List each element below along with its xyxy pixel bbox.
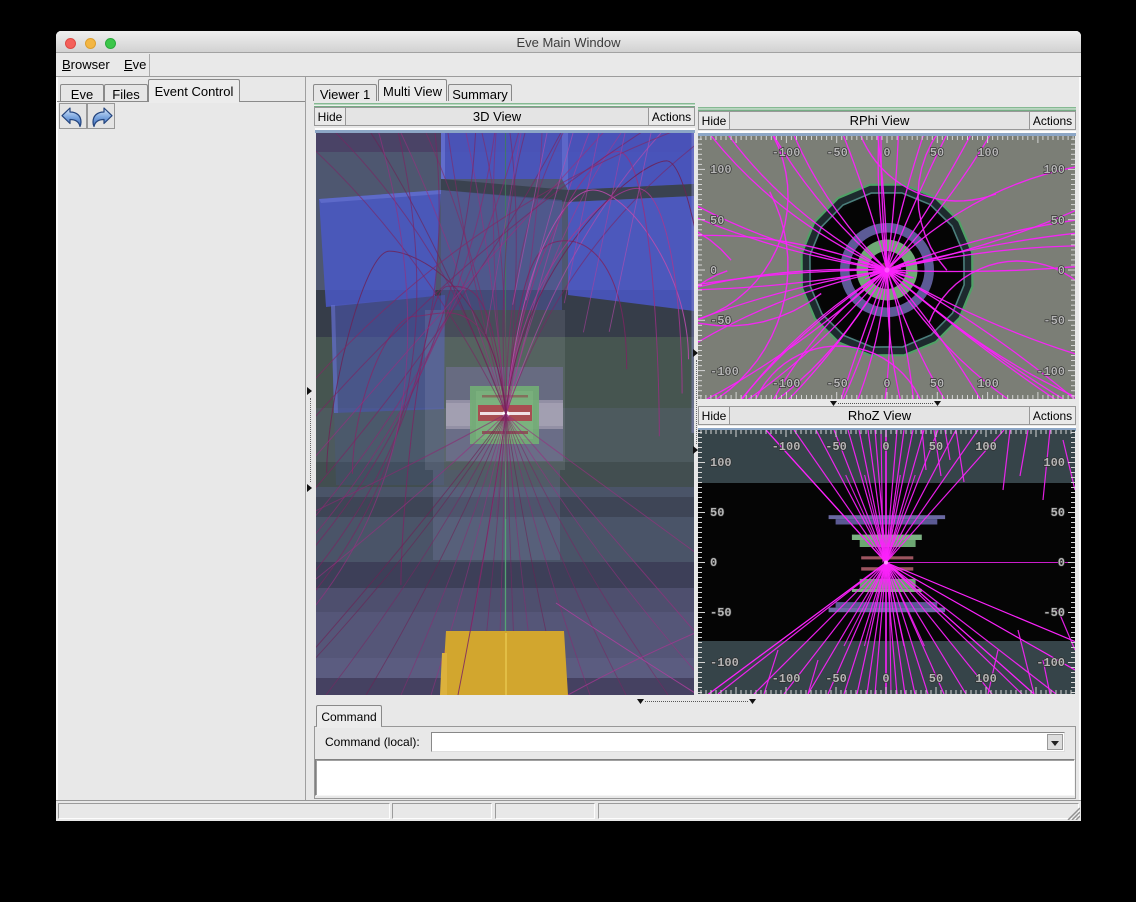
svg-text:-50: -50 xyxy=(826,146,848,160)
svg-text:-100: -100 xyxy=(772,440,801,454)
svg-text:0: 0 xyxy=(882,440,889,454)
svg-text:-100: -100 xyxy=(1036,365,1065,379)
svg-text:50: 50 xyxy=(710,506,724,520)
svg-text:-50: -50 xyxy=(1043,314,1065,328)
svg-text:0: 0 xyxy=(1058,556,1065,570)
svg-text:50: 50 xyxy=(929,672,943,686)
svg-text:50: 50 xyxy=(710,214,724,228)
svg-text:-100: -100 xyxy=(710,656,739,670)
svg-text:-100: -100 xyxy=(772,146,801,160)
svg-text:0: 0 xyxy=(882,672,889,686)
svg-text:100: 100 xyxy=(710,456,732,470)
svg-text:100: 100 xyxy=(975,672,997,686)
svg-text:100: 100 xyxy=(710,163,732,177)
svg-text:100: 100 xyxy=(977,146,999,160)
svg-text:100: 100 xyxy=(1043,456,1065,470)
svg-text:-100: -100 xyxy=(772,672,801,686)
svg-text:-50: -50 xyxy=(826,377,848,391)
svg-text:50: 50 xyxy=(930,377,944,391)
svg-text:-50: -50 xyxy=(1043,606,1065,620)
svg-text:-100: -100 xyxy=(710,365,739,379)
svg-text:-100: -100 xyxy=(772,377,801,391)
svg-text:50: 50 xyxy=(1051,506,1065,520)
svg-text:-50: -50 xyxy=(825,672,847,686)
svg-text:-50: -50 xyxy=(710,606,732,620)
svg-text:100: 100 xyxy=(975,440,997,454)
svg-text:0: 0 xyxy=(883,146,890,160)
svg-text:0: 0 xyxy=(1058,264,1065,278)
svg-text:-50: -50 xyxy=(710,314,732,328)
svg-text:-100: -100 xyxy=(1036,656,1065,670)
svg-text:50: 50 xyxy=(929,440,943,454)
svg-text:100: 100 xyxy=(1043,163,1065,177)
svg-text:50: 50 xyxy=(1051,214,1065,228)
svg-text:0: 0 xyxy=(710,556,717,570)
svg-text:50: 50 xyxy=(930,146,944,160)
svg-text:100: 100 xyxy=(977,377,999,391)
svg-text:0: 0 xyxy=(883,377,890,391)
svg-text:-50: -50 xyxy=(825,440,847,454)
svg-text:0: 0 xyxy=(710,264,717,278)
